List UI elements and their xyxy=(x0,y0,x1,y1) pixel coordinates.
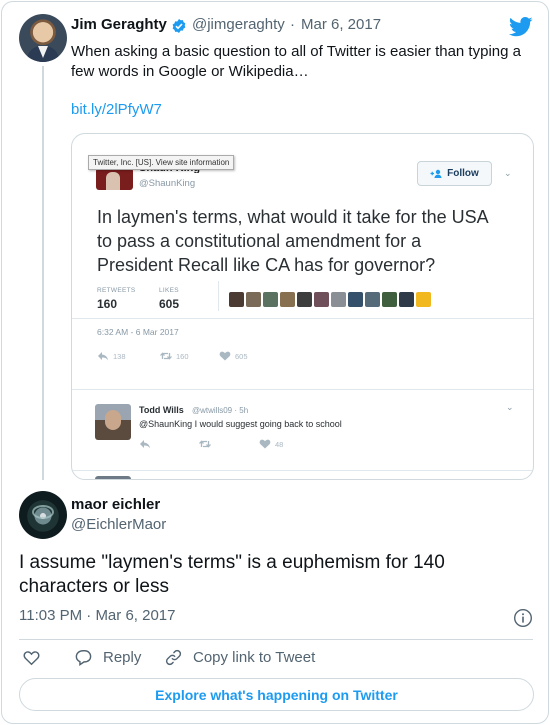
main-tweet-timestamp[interactable]: 11:03 PM · Mar 6, 2017 xyxy=(19,607,175,624)
reply-text: @ShaunKing I would suggest going back to… xyxy=(139,419,342,429)
parent-tweet-link[interactable]: bit.ly/2lPfyW7 xyxy=(71,101,162,118)
liker-avatar-12 xyxy=(416,292,431,307)
tweet-time: 11:03 PM xyxy=(19,607,83,624)
reply-like-count: 48 xyxy=(275,439,284,449)
shot-timestamp: 6:32 AM - 6 Mar 2017 xyxy=(97,327,179,337)
follow-button: Follow xyxy=(417,161,492,186)
thread-line xyxy=(42,66,44,480)
shot-bottom-divider xyxy=(72,470,533,471)
reply-button[interactable]: Reply xyxy=(74,648,141,667)
link-icon xyxy=(165,649,182,666)
main-author-name[interactable]: maor eichler xyxy=(71,496,160,513)
reply-label: Reply xyxy=(103,649,142,666)
liker-avatar-8 xyxy=(348,292,363,307)
main-text-line-2: characters or less xyxy=(19,576,169,597)
add-user-icon xyxy=(430,169,442,178)
liker-avatar-1 xyxy=(229,292,244,307)
reply-icon xyxy=(140,440,150,449)
shot-retweet-action: 160 xyxy=(160,351,189,361)
liker-avatar-2 xyxy=(246,292,261,307)
liker-avatar-3 xyxy=(263,292,278,307)
reply-icon xyxy=(98,352,108,361)
shot-reply-action: 138 xyxy=(97,351,126,361)
info-icon[interactable] xyxy=(513,608,533,628)
explore-button[interactable]: Explore what's happening on Twitter xyxy=(19,678,534,711)
avatar-detail xyxy=(32,505,54,519)
like-button[interactable] xyxy=(22,648,41,667)
parent-author-handle[interactable]: @jimgeraghty xyxy=(192,16,285,33)
likes-label: LIKES xyxy=(159,287,179,294)
retweet-icon xyxy=(160,352,172,360)
main-author-handle[interactable]: @EichlerMaor xyxy=(71,516,166,533)
liker-avatars xyxy=(229,292,431,307)
reply-author-handle: @wtwills09 · 5h xyxy=(192,406,249,415)
parent-tweet-text-line-2: few words in Google or Wikipedia… xyxy=(71,63,309,80)
maor-eichler-avatar[interactable] xyxy=(19,491,67,539)
tweet-date: Mar 6, 2017 xyxy=(95,607,176,624)
copy-link-label: Copy link to Tweet xyxy=(193,649,316,666)
shot-like-count: 605 xyxy=(235,351,248,361)
reply-chevron-down-icon: ⌄ xyxy=(506,402,514,412)
likes-value: 605 xyxy=(159,297,180,311)
tweet-meta-separator: · xyxy=(86,607,92,624)
liker-avatar-11 xyxy=(399,292,414,307)
main-tweet-text: I assume "laymen's terms" is a euphemism… xyxy=(19,551,529,599)
retweets-value: 160 xyxy=(97,297,118,311)
liker-avatar-6 xyxy=(314,292,329,307)
follow-label: Follow xyxy=(447,168,479,179)
shaun-king-avatar xyxy=(96,168,133,190)
shot-like-action: 605 xyxy=(219,351,248,361)
reply-like-action: 48 xyxy=(259,439,283,449)
shot-text-line-3: President Recall like CA has for governo… xyxy=(97,255,436,275)
shot-author-handle: @ShaunKing xyxy=(139,178,196,189)
liker-avatar-5 xyxy=(297,292,312,307)
parent-tweet-text-line-1: When asking a basic question to all of T… xyxy=(71,43,521,60)
heart-icon xyxy=(219,351,231,361)
browser-tooltip: Twitter, Inc. [US]. View site informatio… xyxy=(88,155,235,170)
twitter-bird-icon[interactable] xyxy=(509,17,533,37)
liker-avatar-7 xyxy=(331,292,346,307)
tweet-card: Jim Geraghty @jimgeraghty · Mar 6, 2017 … xyxy=(1,1,549,724)
parent-date-separator: · xyxy=(290,16,295,33)
retweet-icon xyxy=(199,440,211,448)
shot-tweet-text: In laymen's terms, what would it take fo… xyxy=(97,205,517,277)
reply-retweet-action xyxy=(199,439,211,449)
liker-avatar-9 xyxy=(365,292,380,307)
shot-retweet-count: 160 xyxy=(176,351,189,361)
shot-reply-count: 138 xyxy=(113,351,126,361)
reply-author-name: Todd Wills xyxy=(139,405,184,415)
jim-geraghty-avatar[interactable] xyxy=(19,14,67,62)
shot-text-line-1: In laymen's terms, what would it take fo… xyxy=(97,207,489,227)
shot-divider xyxy=(72,318,533,319)
chevron-down-icon: ⌄ xyxy=(504,168,512,178)
retweets-label: RETWEETS xyxy=(97,287,136,294)
todd-wills-avatar xyxy=(95,404,131,440)
embedded-tweet-screenshot[interactable]: Twitter, Inc. [US]. View site informatio… xyxy=(71,133,534,480)
shot-reply-divider xyxy=(72,389,533,390)
main-text-line-1: I assume "laymen's terms" is a euphemism… xyxy=(19,552,445,573)
copy-link-button[interactable]: Copy link to Tweet xyxy=(164,648,315,667)
parent-date[interactable]: Mar 6, 2017 xyxy=(301,16,381,33)
parent-author-name[interactable]: Jim Geraghty xyxy=(71,16,167,33)
verified-badge-icon xyxy=(172,19,186,33)
heart-icon xyxy=(23,651,40,666)
next-reply-avatar xyxy=(95,476,131,479)
shot-text-line-2: to pass a constitutional amendment for a xyxy=(97,231,422,251)
liker-avatar-4 xyxy=(280,292,295,307)
reply-reply-action xyxy=(139,439,151,449)
actions-divider xyxy=(19,639,533,640)
heart-icon xyxy=(259,439,271,449)
reply-icon xyxy=(75,650,92,666)
liker-avatar-10 xyxy=(382,292,397,307)
stats-separator xyxy=(218,281,219,311)
